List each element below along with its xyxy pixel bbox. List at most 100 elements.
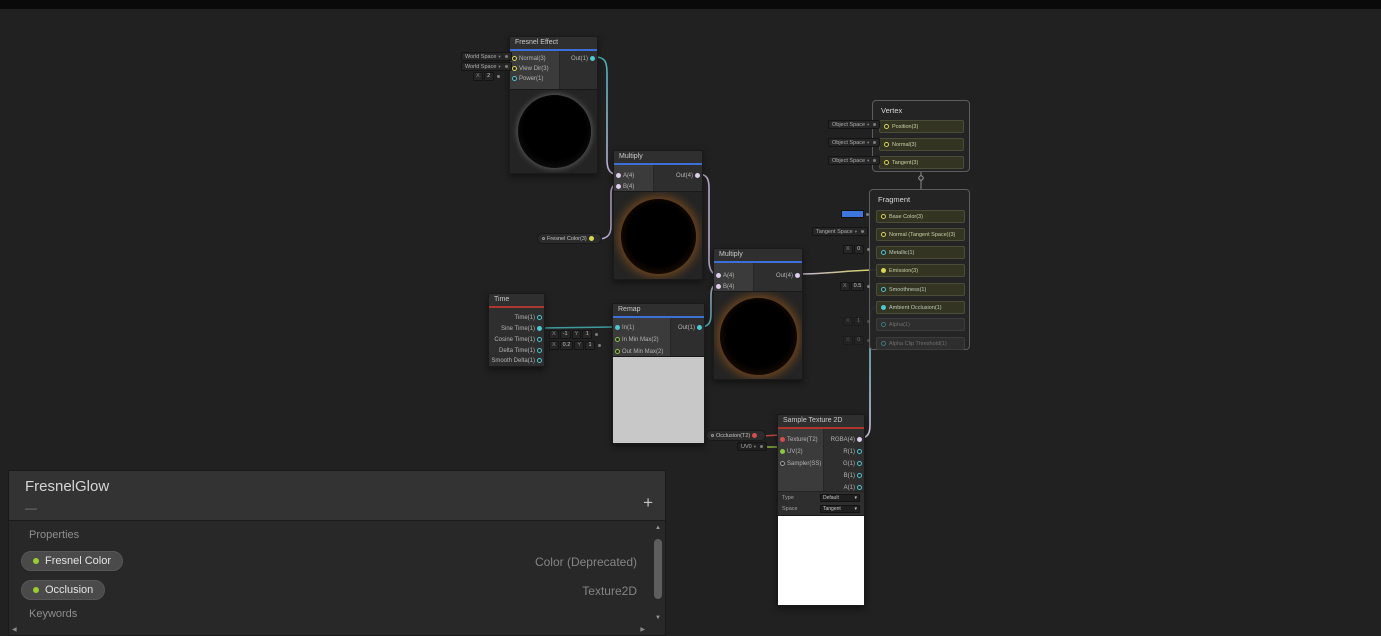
a-input-port[interactable] bbox=[616, 173, 621, 178]
field-value[interactable]: 0.5 bbox=[850, 282, 865, 291]
viewdir-input-port[interactable] bbox=[512, 66, 517, 71]
uv-input-port[interactable] bbox=[780, 449, 785, 454]
tangent-space-dropdown[interactable]: Object Space ▾ bbox=[828, 156, 881, 165]
in-min-max-port[interactable] bbox=[615, 337, 620, 342]
blackboard-panel[interactable]: FresnelGlow — + Properties Fresnel Color… bbox=[8, 470, 666, 636]
normal-space-dropdown[interactable]: World Space ▾ bbox=[461, 52, 512, 61]
normal-input-port[interactable] bbox=[512, 56, 517, 61]
space-dropdown[interactable]: Tangent ▾ bbox=[820, 504, 860, 513]
b-input-port[interactable] bbox=[716, 284, 721, 289]
block-smoothness[interactable]: Smoothness(1) bbox=[876, 283, 965, 296]
node-multiply-1[interactable]: Multiply A(4) B(4) Out(4) bbox=[613, 150, 703, 280]
scroll-right-icon[interactable]: ▶ bbox=[640, 626, 645, 633]
block-alpha[interactable]: Alpha(1) bbox=[876, 318, 965, 331]
field-value[interactable]: 0 bbox=[853, 336, 864, 345]
node-fragment-master[interactable]: Fragment Base Color(3) Normal (Tangent S… bbox=[869, 189, 970, 350]
viewdir-space-dropdown[interactable]: World Space ▾ bbox=[461, 62, 512, 71]
emission-port[interactable] bbox=[881, 268, 886, 273]
alpha-port[interactable] bbox=[881, 322, 886, 327]
fresnel-color-out-port[interactable] bbox=[588, 236, 594, 241]
fragment-normal-space-dropdown[interactable]: Tangent Space ▾ bbox=[812, 227, 868, 236]
property-node-fresnel-color[interactable]: Fresnel Color(3) bbox=[537, 233, 602, 244]
smoothness-port[interactable] bbox=[881, 287, 886, 292]
scroll-up-icon[interactable]: ▲ bbox=[652, 525, 664, 531]
metallic-port[interactable] bbox=[881, 250, 886, 255]
field-value[interactable]: 0 bbox=[853, 245, 864, 254]
node-vertex-master[interactable]: Vertex Position(3) Normal(3) Tangent(3) bbox=[872, 100, 970, 172]
r-port[interactable] bbox=[857, 449, 862, 454]
wire-sinetime-to-remap-in[interactable] bbox=[540, 326, 615, 329]
position-space-dropdown[interactable]: Object Space ▾ bbox=[828, 120, 881, 129]
graph-title[interactable]: FresnelGlow bbox=[25, 478, 109, 495]
property-node-occlusion[interactable]: Occlusion(T2) bbox=[706, 430, 766, 441]
node-fresnel-effect[interactable]: Fresnel Effect Normal(3) View Dir(3) Pow… bbox=[509, 36, 598, 174]
add-property-button[interactable]: + bbox=[643, 493, 653, 513]
node-multiply-2[interactable]: Multiply A(4) B(4) Out(4) bbox=[713, 248, 803, 380]
node-remap[interactable]: Remap In(1) In Min Max(2) Out Min Max(2)… bbox=[612, 303, 705, 444]
ambient-occlusion-port[interactable] bbox=[881, 305, 886, 310]
out-port[interactable] bbox=[695, 173, 700, 178]
field-value[interactable]: 2 bbox=[483, 72, 494, 81]
fresnel-node-preview[interactable] bbox=[510, 89, 597, 173]
texture-input-port[interactable] bbox=[780, 437, 785, 442]
scroll-down-icon[interactable]: ▼ bbox=[652, 615, 664, 621]
field-value[interactable]: 1 bbox=[585, 341, 595, 350]
scroll-left-icon[interactable]: ◀ bbox=[12, 626, 17, 633]
wire-multiply2-to-emission[interactable] bbox=[797, 269, 878, 275]
property-pill-occlusion[interactable]: Occlusion bbox=[21, 580, 106, 600]
delta-time-port[interactable] bbox=[537, 348, 542, 353]
tangent-port[interactable] bbox=[884, 160, 889, 165]
metallic-value-field[interactable]: X0 bbox=[843, 245, 870, 254]
node-time[interactable]: Time Time(1) Sine Time(1) Cosine Time(1)… bbox=[488, 293, 545, 367]
time-port[interactable] bbox=[537, 315, 542, 320]
remap-node-preview[interactable] bbox=[613, 356, 704, 443]
alpha-value-field[interactable]: X1 bbox=[843, 317, 870, 326]
sample-texture-preview[interactable] bbox=[778, 515, 864, 605]
multiply2-node-preview[interactable] bbox=[714, 291, 802, 379]
block-normal[interactable]: Normal(3) bbox=[879, 138, 964, 151]
power-input-port[interactable] bbox=[512, 76, 517, 81]
g-port[interactable] bbox=[857, 461, 862, 466]
alpha-clip-value-field[interactable]: X0 bbox=[843, 336, 870, 345]
out-port[interactable] bbox=[590, 56, 595, 61]
scrollbar-thumb[interactable] bbox=[654, 539, 662, 599]
sampler-input-port[interactable] bbox=[780, 461, 785, 466]
uv-channel-dropdown[interactable]: UV0 ▾ bbox=[737, 442, 767, 451]
node-sample-texture-2d[interactable]: Sample Texture 2D Texture(T2) UV(2) Samp… bbox=[777, 414, 865, 606]
base-color-port[interactable] bbox=[881, 214, 886, 219]
block-alpha-clip[interactable]: Alpha Clip Threshold(1) bbox=[876, 337, 965, 350]
occlusion-out-port[interactable] bbox=[752, 433, 758, 438]
b-input-port[interactable] bbox=[616, 184, 621, 189]
type-dropdown[interactable]: Default ▾ bbox=[820, 493, 860, 502]
base-color-swatch[interactable] bbox=[841, 210, 869, 218]
out-port[interactable] bbox=[697, 325, 702, 330]
normal-port[interactable] bbox=[884, 142, 889, 147]
smooth-delta-port[interactable] bbox=[537, 358, 542, 363]
normal-space-dropdown[interactable]: Object Space ▾ bbox=[828, 138, 881, 147]
a-port[interactable] bbox=[857, 485, 862, 490]
field-value[interactable]: 0.2 bbox=[559, 341, 574, 350]
block-normal-ts[interactable]: Normal (Tangent Space)(3) bbox=[876, 228, 965, 241]
block-metallic[interactable]: Metallic(1) bbox=[876, 246, 965, 259]
block-position[interactable]: Position(3) bbox=[879, 120, 964, 133]
blackboard-vertical-scrollbar[interactable]: ▲ ▼ bbox=[652, 523, 664, 621]
alpha-clip-port[interactable] bbox=[881, 341, 886, 346]
sine-time-port[interactable] bbox=[537, 326, 542, 331]
multiply1-node-preview[interactable] bbox=[614, 191, 702, 279]
field-value[interactable]: -1 bbox=[559, 330, 571, 339]
cosine-time-port[interactable] bbox=[537, 337, 542, 342]
rgba-port[interactable] bbox=[857, 437, 862, 442]
field-value[interactable]: 1 bbox=[582, 330, 593, 339]
block-tangent[interactable]: Tangent(3) bbox=[879, 156, 964, 169]
out-min-max-port[interactable] bbox=[615, 349, 620, 354]
in-min-max-field[interactable]: X -1 Y1 bbox=[549, 330, 598, 339]
block-ambient-occlusion[interactable]: Ambient Occlusion(1) bbox=[876, 301, 965, 314]
block-emission[interactable]: Emission(3) bbox=[876, 264, 965, 277]
out-min-max-field[interactable]: X 0.2 Y1 bbox=[549, 341, 601, 350]
property-pill-fresnel-color[interactable]: Fresnel Color bbox=[21, 551, 124, 571]
in-port[interactable] bbox=[615, 325, 620, 330]
position-port[interactable] bbox=[884, 124, 889, 129]
smoothness-value-field[interactable]: X 0.5 bbox=[840, 282, 870, 291]
field-value[interactable]: 1 bbox=[853, 317, 864, 326]
b-port[interactable] bbox=[857, 473, 862, 478]
